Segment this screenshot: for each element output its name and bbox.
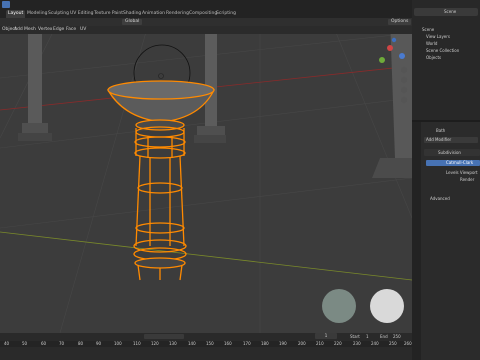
ruler-tick: 200 [298,341,306,346]
zoom-icon [400,66,408,74]
ortho-toggle-icon [400,96,408,104]
menu-face[interactable]: Face [66,27,76,33]
properties-tab-column [412,122,421,360]
end-label: End [380,334,388,339]
ruler-tick: 80 [78,341,84,346]
modifier-header[interactable]: Subdivision [424,149,480,156]
add-modifier-button[interactable]: Add Modifier [424,137,478,143]
ruler-tick: 110 [133,341,141,346]
ruler-tick: 260 [404,341,412,346]
ruler-tick: 170 [243,341,251,346]
start-label: Start [350,334,360,339]
y-axis-line [0,231,412,281]
ruler-tick: 130 [169,341,177,346]
menu-edge[interactable]: Edge [53,27,64,33]
viewport-scene [0,18,412,333]
menu-add[interactable]: Add [14,27,23,33]
object-name-label: Bath [436,128,446,133]
outliner-item-scene-collection[interactable]: Scene Collection [426,48,459,53]
viewport-menu-bar: Object Add Mesh Vertex Edge Face UV [0,26,412,34]
menu-uv[interactable]: UV [80,27,86,33]
add-modifier-label: Add Modifier [426,137,452,142]
ruler-tick: 60 [41,341,47,346]
ruler-tick: 90 [96,341,102,346]
ruler-tick: 210 [316,341,324,346]
ruler-tick: 100 [114,341,122,346]
pan-icon [400,76,408,84]
advanced-section[interactable]: Advanced [430,196,450,201]
outliner-panel: Scene Scene View Layers World Scene Coll… [412,0,480,120]
current-frame-field[interactable]: 1 [315,333,337,339]
lookdev-hdri-sphere [322,289,356,323]
lookdev-diffuse-sphere [370,289,404,323]
ruler-tick: 120 [151,341,159,346]
top-bar: Layout Modeling Sculpting UV Editing Tex… [0,0,412,18]
bath-object [107,80,215,281]
camera-view-icon [400,86,408,94]
ruler-tick: 190 [279,341,287,346]
ruler-tick: 140 [188,341,196,346]
tab-layout[interactable]: Layout [6,10,26,18]
scene-selector[interactable]: Scene [414,8,478,16]
outliner-item-objects[interactable]: Objects [426,55,441,60]
scene-selector-label: Scene [444,9,457,14]
ruler-tick: 240 [371,341,379,346]
catmull-clark-label: Catmull-Clark [446,160,474,165]
blender-logo-icon[interactable] [2,1,10,8]
playback-controls[interactable] [144,334,184,339]
end-value[interactable]: 250 [393,334,401,339]
ruler-tick: 50 [22,341,28,346]
ruler-tick: 150 [206,341,214,346]
viewport-header: Global Options [0,18,412,26]
ruler-tick: 160 [224,341,232,346]
ruler-tick: 220 [334,341,342,346]
options-dropdown[interactable]: Options [388,19,412,25]
catmull-clark-option[interactable]: Catmull-Clark [426,160,480,166]
pillar-left [18,18,52,141]
pillar-middle [194,18,226,143]
render-levels-label: Render [460,177,475,182]
ruler-tick: 230 [353,341,361,346]
levels-viewport-label: Levels Viewport [446,170,478,175]
menu-vertex[interactable]: Vertex [38,27,52,33]
ruler-tick: 180 [261,341,269,346]
transform-orientation-dropdown[interactable]: Global [122,19,143,25]
ruler-tick: 250 [389,341,397,346]
menu-mesh[interactable]: Mesh [24,27,36,33]
start-value[interactable]: 1 [366,334,369,339]
outliner-item-scene[interactable]: Scene [422,27,434,32]
tab-scripting[interactable]: Scripting [214,10,238,18]
tab-animation[interactable]: Animation [140,10,167,18]
ruler-tick: 40 [4,341,10,346]
frame-ruler[interactable]: 40 50 60 70 80 90 100 110 120 130 140 15… [0,341,412,347]
outliner-item-view-layers[interactable]: View Layers [426,34,450,39]
timeline-panel: 1 Start 1 End 250 40 50 60 70 80 90 100 … [0,333,412,360]
ruler-tick: 70 [59,341,65,346]
outliner-item-world[interactable]: World [426,41,437,46]
3d-viewport[interactable] [0,18,412,333]
properties-panel: Bath Add Modifier Subdivision Catmull-Cl… [412,122,480,360]
modifier-name: Subdivision [438,150,461,155]
